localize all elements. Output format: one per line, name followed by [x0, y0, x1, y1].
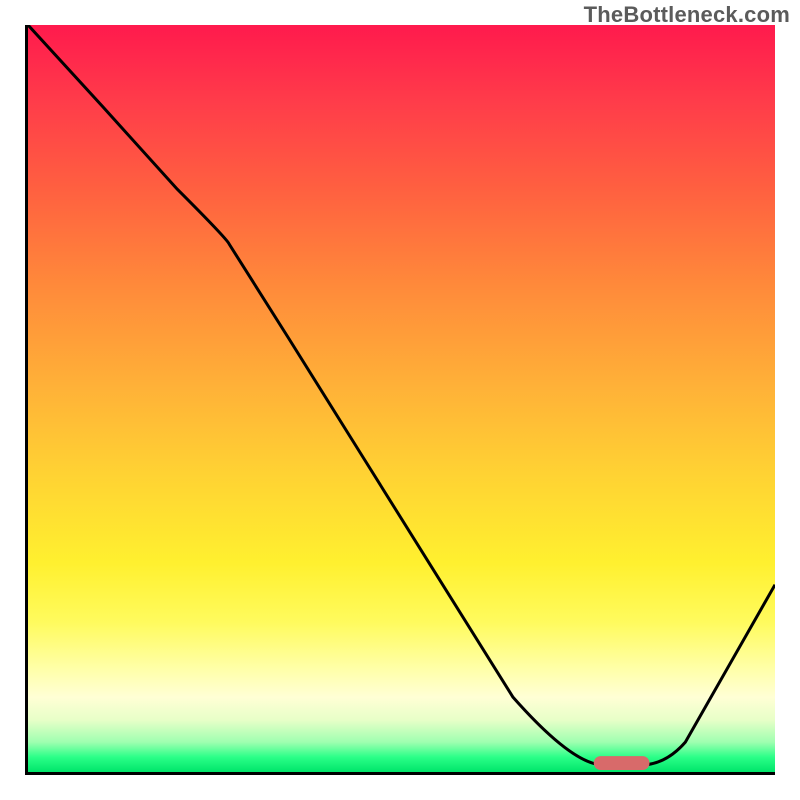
plot-area — [25, 25, 775, 775]
bottleneck-curve-path — [28, 25, 775, 765]
bottleneck-chart: TheBottleneck.com — [0, 0, 800, 800]
curve-layer — [28, 25, 775, 772]
optimal-range-marker — [594, 756, 650, 770]
